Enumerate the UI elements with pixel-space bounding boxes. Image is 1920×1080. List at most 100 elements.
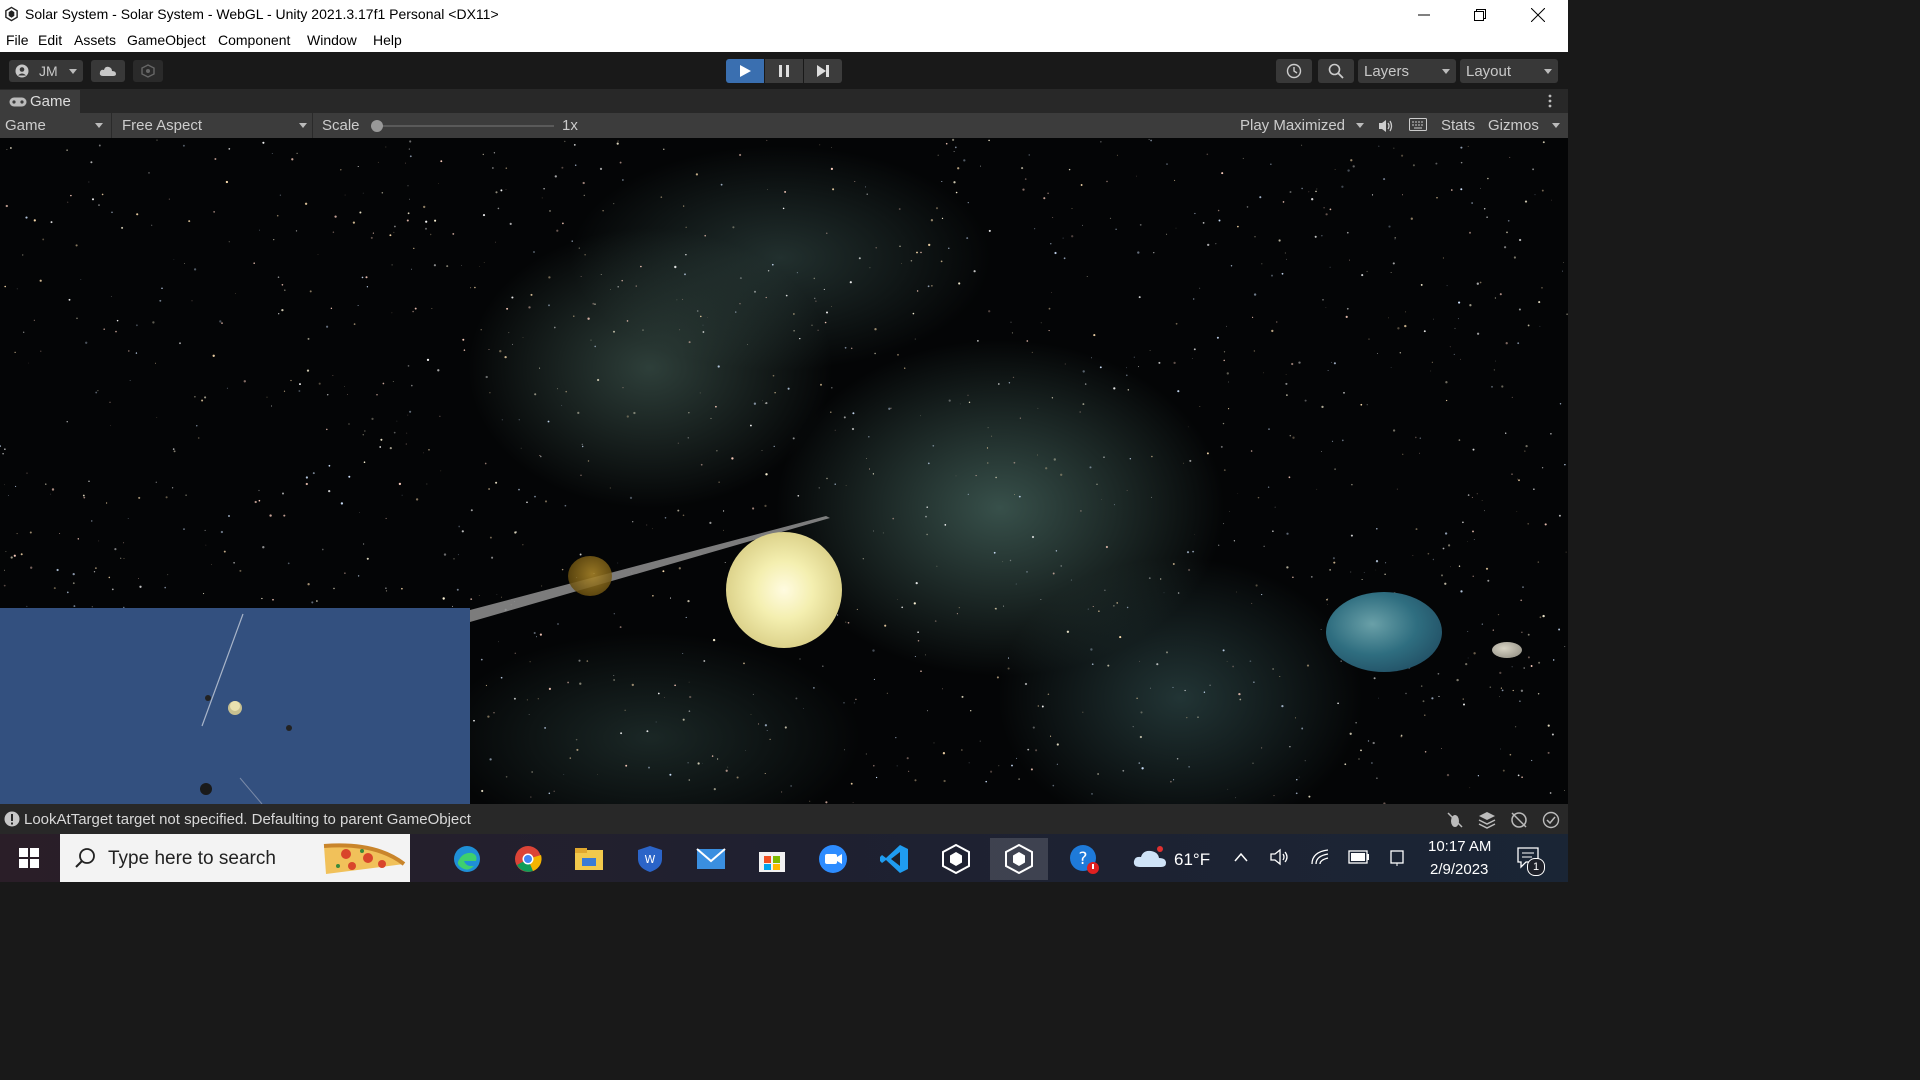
menu-edit[interactable]: Edit [38,32,62,48]
zoom-icon [819,845,847,873]
shield-icon: W [638,846,662,872]
wifi-icon[interactable] [1310,848,1330,866]
device-icon[interactable] [1390,848,1406,866]
close-icon [1531,7,1545,22]
scale-slider-handle[interactable] [371,120,383,132]
unity-icon [942,844,970,874]
clock-date[interactable]: 2/9/2023 [1430,861,1488,878]
taskbar-unity-hub[interactable] [934,838,978,880]
menu-help[interactable]: Help [373,32,402,48]
unity-icon [5,6,18,22]
shortcuts-button[interactable] [1409,118,1427,134]
cloud-button[interactable] [91,60,125,82]
info-icon [4,811,20,827]
pause-icon [779,65,789,77]
restore-icon [1474,8,1486,21]
layers-dropdown[interactable]: Layers [1358,59,1456,83]
chevron-up-icon[interactable] [1234,852,1248,862]
layers-label: Layers [1364,62,1410,80]
taskbar-mail[interactable] [689,838,733,880]
help-icon: ? [1070,845,1099,874]
battery-icon[interactable] [1348,850,1370,864]
gizmos-button[interactable]: Gizmos [1488,117,1539,134]
chevron-down-icon [1552,123,1560,128]
history-icon [1286,63,1302,79]
taskbar-edge[interactable] [445,838,489,880]
debug-icon[interactable] [1446,811,1464,829]
stats-button[interactable]: Stats [1441,117,1475,134]
account-icon [15,64,29,78]
aspect-dropdown[interactable]: Free Aspect [122,117,202,134]
scale-label: Scale [322,117,360,134]
chevron-down-icon [1544,69,1552,74]
mute-audio-button[interactable] [1378,118,1394,134]
taskbar-get-help[interactable]: ? [1062,838,1106,880]
search-icon [1328,63,1344,79]
console-message: LookAtTarget target not specified. Defau… [24,811,471,828]
game-view-controls: Game Free Aspect Scale 1x Play Maximized… [0,113,1568,138]
chevron-down-icon [299,123,307,128]
play-icon [740,65,751,77]
taskbar-file-explorer[interactable] [567,838,611,880]
layout-label: Layout [1466,62,1512,80]
menu-file[interactable]: File [6,32,29,48]
volume-icon[interactable] [1270,848,1290,866]
search-icon [75,848,95,868]
sun [726,532,842,648]
window-title: Solar System - Solar System - WebGL - Un… [25,6,499,22]
restore-button[interactable] [1452,0,1508,29]
weather-cloud-icon[interactable] [1133,845,1167,869]
checkmark-circle-icon[interactable] [1542,811,1560,829]
minimap-scene [200,613,292,804]
taskbar-defender[interactable]: W [628,838,672,880]
collab-button[interactable] [133,60,163,82]
folder-icon [575,848,603,870]
taskbar-chrome[interactable] [506,838,550,880]
minimize-icon [1418,14,1430,15]
taskbar-store[interactable] [750,838,794,880]
tab-game[interactable]: Game [0,90,80,113]
vscode-icon [880,845,908,873]
menu-window[interactable]: Window [307,32,357,48]
console-status-bar[interactable]: LookAtTarget target not specified. Defau… [0,804,1568,834]
chevron-down-icon [1442,69,1450,74]
taskbar-unity-editor[interactable] [990,838,1048,880]
account-dropdown[interactable]: JM [9,60,83,82]
scale-slider-track[interactable] [376,125,554,127]
layers-stack-icon[interactable] [1478,811,1496,829]
undo-history-button[interactable] [1276,59,1312,83]
menu-bar: File Edit Assets GameObject Component Wi… [0,29,1568,52]
search-button[interactable] [1318,59,1354,83]
menu-assets[interactable]: Assets [74,32,116,48]
step-button[interactable] [804,59,842,83]
more-icon [1548,94,1552,108]
taskbar-vscode[interactable] [872,838,916,880]
minimize-button[interactable] [1396,0,1452,29]
layout-dropdown[interactable]: Layout [1460,59,1558,83]
mute-icon [1379,120,1393,132]
chevron-down-icon [95,123,103,128]
planet-venus [568,556,612,596]
game-view[interactable] [0,138,1568,804]
network-off-icon[interactable] [1510,811,1528,829]
start-button[interactable] [0,834,58,882]
menu-component[interactable]: Component [218,32,290,48]
display-dropdown[interactable]: Game [5,117,46,134]
close-button[interactable] [1510,0,1566,29]
menu-gameobject[interactable]: GameObject [127,32,206,48]
collab-icon [141,64,155,78]
pause-button[interactable] [765,59,803,83]
account-label: JM [39,63,58,79]
taskbar-zoom[interactable] [811,838,855,880]
divider [312,113,313,138]
keyboard-icon [1409,118,1427,131]
weather-temperature[interactable]: 61°F [1174,850,1210,870]
play-mode-dropdown[interactable]: Play Maximized [1240,117,1345,134]
chevron-down-icon [69,69,77,74]
more-menu-button[interactable] [1546,92,1554,110]
tab-label: Game [30,93,71,110]
play-button[interactable] [726,59,764,83]
taskbar-search-box[interactable]: Type here to search [60,834,410,882]
clock-time[interactable]: 10:17 AM [1428,838,1491,855]
title-bar: Solar System - Solar System - WebGL - Un… [0,0,1568,29]
